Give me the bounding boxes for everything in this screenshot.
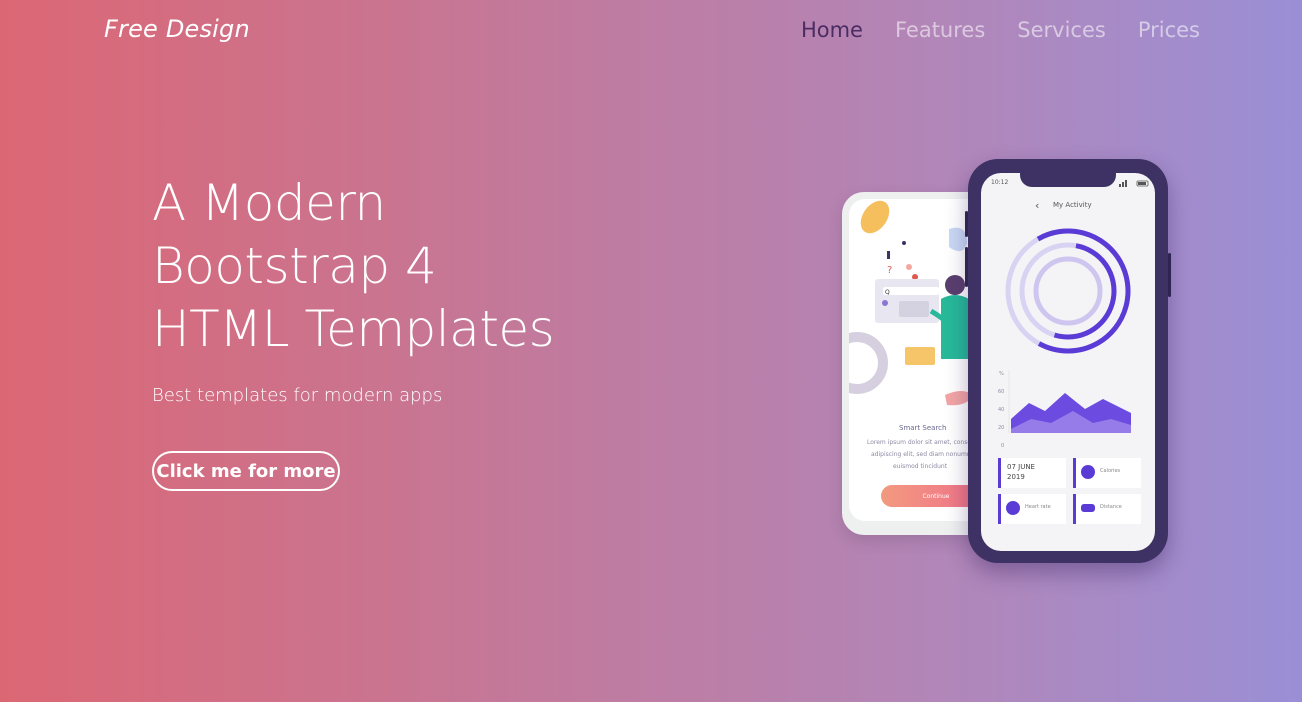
hero-title-line-3: HTML Templates <box>152 300 555 358</box>
status-icons <box>1119 180 1149 187</box>
shoe-icon <box>1081 504 1095 512</box>
nav-links: Home Features Services Prices <box>801 18 1200 42</box>
flame-icon <box>1081 465 1095 479</box>
nav-prices[interactable]: Prices <box>1138 18 1200 42</box>
phone-mockup-front: 10:12 ‹ My Activity % 60 40 20 0 07 JUNE… <box>965 159 1171 563</box>
date-card: 07 JUNE 2019 <box>998 458 1066 488</box>
heart-rate-card: Heart rate <box>998 494 1066 524</box>
nav-services[interactable]: Services <box>1017 18 1106 42</box>
status-time: 10:12 <box>991 179 1009 186</box>
nav-home[interactable]: Home <box>801 18 863 42</box>
hero-title: A Modern Bootstrap 4 HTML Templates <box>152 172 672 361</box>
svg-text:?: ? <box>887 265 892 276</box>
phone-front-screen: 10:12 ‹ My Activity % 60 40 20 0 07 JUNE… <box>981 173 1155 551</box>
hero-title-line-2: Bootstrap 4 <box>152 237 437 295</box>
phone-side-button <box>965 247 968 287</box>
chart-tick: 40 <box>998 407 1005 413</box>
cta-button[interactable]: Click me for more <box>152 451 340 491</box>
chart-tick: % <box>999 371 1004 377</box>
hero-title-line-1: A Modern <box>152 174 386 232</box>
card-label: Calories <box>1100 468 1121 474</box>
search-illustration: ? Q <box>849 200 973 406</box>
svg-text:Q: Q <box>885 289 890 296</box>
card-label: Heart rate <box>1025 504 1051 510</box>
phone-notch <box>1020 173 1116 187</box>
card-label: Distance <box>1100 504 1122 510</box>
back-chevron-icon: ‹ <box>1035 199 1040 212</box>
date-line-1: 07 JUNE <box>1007 463 1035 471</box>
heart-icon <box>1006 501 1020 515</box>
back-phone-body-1: Lorem ipsum dolor sit amet, consectet <box>867 439 983 446</box>
chart-tick: 0 <box>1001 443 1005 449</box>
back-phone-body-2: adipiscing elit, sed diam nonummy <box>871 451 977 458</box>
navbar: Free Design Home Features Services Price… <box>0 0 1302 64</box>
back-phone-heading: Smart Search <box>899 424 947 432</box>
date-line-2: 2019 <box>1007 473 1025 481</box>
phone-side-button <box>965 211 968 237</box>
calories-card: Calories <box>1073 458 1141 488</box>
back-phone-body-3: euismod tincidunt <box>893 463 948 470</box>
distance-card: Distance <box>1073 494 1141 524</box>
phone-side-button <box>1168 253 1171 297</box>
activity-rings-chart <box>1005 228 1131 433</box>
nav-features[interactable]: Features <box>895 18 985 42</box>
hero-subtitle: Best templates for modern apps <box>152 385 443 406</box>
activity-title: My Activity <box>1053 201 1092 209</box>
chart-tick: 60 <box>998 389 1005 395</box>
chart-tick: 20 <box>998 425 1005 431</box>
phone-back-screen: ? Q Smart Search Lorem ipsum dolor sit a… <box>849 199 983 521</box>
brand-logo[interactable]: Free Design <box>104 15 250 43</box>
